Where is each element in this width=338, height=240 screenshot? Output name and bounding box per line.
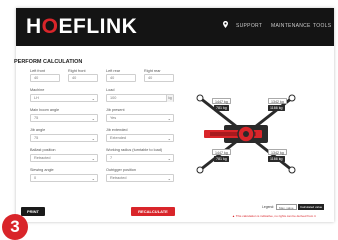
front-left-calc-load: 781 kg [214, 105, 229, 111]
label-right-front: Right front [68, 69, 86, 73]
rear-right-calc-load: 1166 kg [268, 156, 285, 162]
machine-top-view-diagram: 1447 kg 781 kg 1342 kg 1166 kg 1447 kg 7… [190, 92, 302, 181]
step-number-badge: 3 [2, 214, 28, 240]
chevron-down-icon: ⌄ [167, 136, 171, 141]
legend-max-value: Max. value [276, 204, 297, 210]
logo-o: O [41, 15, 59, 38]
working-radius-value: 7 [110, 156, 113, 160]
rear-left-calc-load: 781 kg [214, 156, 229, 162]
front-right-max-load: 1342 kg [268, 98, 287, 104]
chevron-down-icon: ⌄ [167, 176, 171, 181]
chevron-down-icon: ⌄ [91, 116, 95, 121]
jib-extended-select[interactable]: Extended ⌄ [106, 134, 174, 142]
label-main-boom-angle: Main boom angle [30, 108, 60, 112]
front-left-max-load: 1447 kg [212, 98, 231, 104]
logo-rest: EFLINK [58, 15, 138, 38]
chevron-down-icon: ⌄ [91, 176, 95, 181]
label-left-front: Left front [30, 69, 45, 73]
recalculate-button[interactable]: RECALCULATE [131, 207, 175, 216]
load-input[interactable]: 100 kg [106, 94, 174, 102]
label-slewing-angle: Slewing angle [30, 168, 54, 172]
load-unit: kg [166, 95, 173, 102]
label-machine: Machine [30, 88, 45, 92]
label-left-rear: Left rear [106, 69, 121, 73]
outrigger-position-value: Retracted [110, 176, 127, 180]
top-navigation-bar: HOEFLINK SUPPORT MAINTENANCE TOOLS [16, 8, 334, 46]
jib-angle-value: 75 [34, 136, 39, 140]
chevron-down-icon: ⌄ [91, 156, 95, 161]
chevron-down-icon: ⌄ [91, 96, 95, 101]
disclaimer-note: ▲ This calculation is indicative, no rig… [232, 214, 316, 218]
front-right-calc-load: 1166 kg [268, 105, 285, 111]
right-rear-input[interactable]: 40 [144, 74, 174, 82]
label-load: Load [106, 88, 115, 92]
label-outrigger-position: Outrigger position [106, 168, 136, 172]
legend-label: Legend: [262, 205, 275, 209]
jib-present-value: Yes [110, 116, 117, 120]
working-radius-select[interactable]: 7 ⌄ [106, 154, 174, 162]
machine-value: LH [34, 96, 39, 100]
right-front-input[interactable]: 40 [68, 74, 98, 82]
machine-select[interactable]: LH ⌄ [30, 94, 98, 102]
rear-left-max-load: 1447 kg [212, 149, 231, 155]
ballast-position-value: Retracted [34, 156, 51, 160]
ballast-position-select[interactable]: Retracted ⌄ [30, 154, 98, 162]
rear-right-max-load: 1342 kg [268, 149, 287, 155]
logo-h: H [26, 15, 42, 38]
main-boom-angle-value: 75 [34, 116, 39, 120]
print-button[interactable]: PRINT [21, 207, 45, 216]
chevron-down-icon: ⌄ [167, 156, 171, 161]
machine-outline-graphic [196, 94, 296, 174]
label-working-radius: Working radius (turntable to load) [106, 148, 163, 152]
label-jib-extended: Jib extended [106, 128, 128, 132]
nav-support[interactable]: SUPPORT [236, 23, 262, 29]
label-jib-present: Jib present [106, 108, 125, 112]
label-jib-angle: Jib angle [30, 128, 46, 132]
label-ballast-position: Ballast position [30, 148, 56, 152]
main-boom-angle-select[interactable]: 75 ⌄ [30, 114, 98, 122]
load-value: 100 [110, 96, 117, 100]
location-pin-icon[interactable] [223, 21, 228, 30]
legend-calculated-value: Calculated value [298, 204, 325, 210]
nav-tools[interactable]: TOOLS [313, 23, 331, 29]
jib-angle-select[interactable]: 75 ⌄ [30, 134, 98, 142]
left-front-input[interactable]: 40 [30, 74, 60, 82]
jib-present-select[interactable]: Yes ⌄ [106, 114, 174, 122]
section-title: PERFORM CALCULATION [14, 59, 83, 65]
left-rear-input[interactable]: 40 [106, 74, 136, 82]
chevron-down-icon: ⌄ [91, 136, 95, 141]
outrigger-position-select[interactable]: Retracted ⌄ [106, 174, 174, 182]
slewing-angle-select[interactable]: 0 ⌄ [30, 174, 98, 182]
nav-maintenance[interactable]: MAINTENANCE [271, 23, 311, 29]
hoeflink-logo[interactable]: HOEFLINK [26, 15, 137, 39]
chevron-down-icon: ⌄ [167, 116, 171, 121]
slewing-angle-value: 0 [34, 176, 37, 180]
jib-extended-value: Extended [110, 136, 127, 140]
label-right-rear: Right rear [144, 69, 161, 73]
